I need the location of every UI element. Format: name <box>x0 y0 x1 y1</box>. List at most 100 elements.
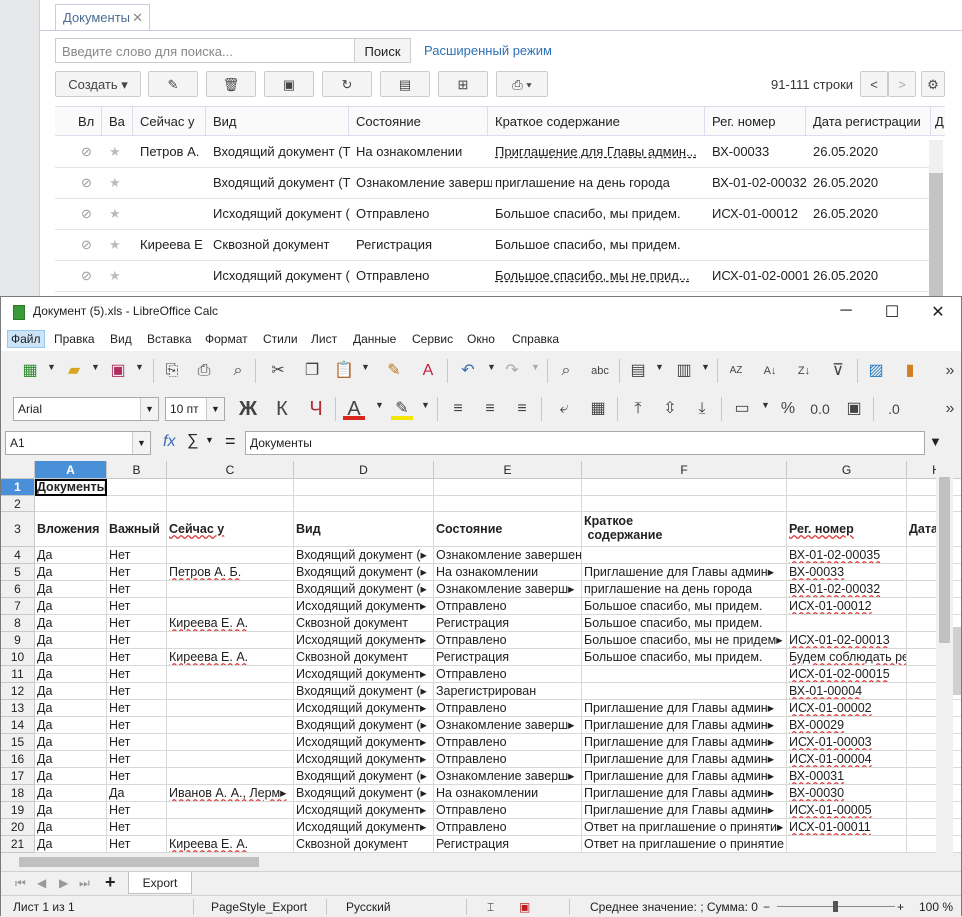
cell[interactable]: Да <box>35 836 107 853</box>
close-window-button[interactable]: ✕ <box>915 297 961 327</box>
chevron-down-icon[interactable]: ▼ <box>487 362 496 372</box>
italic-button[interactable]: К <box>271 398 293 420</box>
cell[interactable]: Ознакомление заверш▸ <box>434 717 582 734</box>
status-page-style[interactable]: PageStyle_Export <box>211 900 307 914</box>
chevron-down-icon[interactable]: ▼ <box>140 398 158 420</box>
cell[interactable]: Большое спасибо, мы придем. <box>582 598 787 615</box>
number-format-icon[interactable]: 0.0 <box>809 398 831 420</box>
select-all-corner[interactable] <box>1 461 35 479</box>
cell[interactable]: ИСХ-01-00004 <box>787 751 907 768</box>
star-icon[interactable]: ★ <box>109 144 121 160</box>
highlight-color-icon[interactable]: ✎ <box>391 398 413 420</box>
status-language[interactable]: Русский <box>346 900 391 914</box>
edit-button[interactable]: ✎ <box>148 71 198 97</box>
col-header-kind[interactable]: Вид <box>213 114 237 129</box>
col-header-important[interactable]: Ва <box>109 114 125 129</box>
cell[interactable]: Приглашение для Главы админ▸ <box>582 734 787 751</box>
create-button[interactable]: Создать ▾ <box>55 71 141 97</box>
cell[interactable] <box>167 547 294 564</box>
column-header[interactable]: G <box>787 461 907 479</box>
cell[interactable]: Зарегистрирован <box>434 683 582 700</box>
cell[interactable] <box>787 836 907 853</box>
cell[interactable]: Отправлено <box>434 632 582 649</box>
menu-help[interactable]: Справка <box>512 332 559 346</box>
chevron-down-icon[interactable]: ▼ <box>421 400 430 410</box>
cell[interactable] <box>167 768 294 785</box>
cell[interactable] <box>582 547 787 564</box>
cell[interactable]: Отправлено <box>434 751 582 768</box>
cell[interactable]: Нет <box>107 836 167 853</box>
cell[interactable]: Входящий документ (▸ <box>294 564 434 581</box>
insert-chart-icon[interactable]: ▮ <box>899 360 921 382</box>
next-sheet-icon[interactable]: ▶ <box>59 876 68 890</box>
cell[interactable]: Да <box>35 819 107 836</box>
column-header[interactable]: B <box>107 461 167 479</box>
add-decimal-icon[interactable]: .0 <box>883 398 905 420</box>
align-center-icon[interactable]: ≡ <box>479 398 501 420</box>
menu-insert[interactable]: Вставка <box>147 332 192 346</box>
cell[interactable]: Нет <box>107 649 167 666</box>
document-action-button[interactable]: ▤ <box>380 71 430 97</box>
cell[interactable]: Да <box>35 649 107 666</box>
cell[interactable] <box>167 717 294 734</box>
chevron-down-icon[interactable]: ▼ <box>701 362 710 372</box>
row-header[interactable]: 6 <box>1 581 35 598</box>
zoom-out-icon[interactable]: − <box>763 900 770 914</box>
cell[interactable]: Отправлено <box>434 819 582 836</box>
align-middle-icon[interactable]: ⇳ <box>659 398 681 420</box>
chevron-down-icon[interactable]: ▼ <box>91 362 100 372</box>
cell[interactable]: ИСХ-01-00002 <box>787 700 907 717</box>
column-header[interactable]: F <box>582 461 787 479</box>
refresh-button[interactable]: ↻ <box>322 71 372 97</box>
merge-cells-icon[interactable]: ▦ <box>587 398 609 420</box>
menu-styles[interactable]: Стили <box>263 332 298 346</box>
cell[interactable]: Входящий документ (▸ <box>294 581 434 598</box>
cell[interactable]: ИСХ-01-02-00013 <box>787 632 907 649</box>
row-header[interactable]: 12 <box>1 683 35 700</box>
cell[interactable]: Важный <box>107 512 167 547</box>
cell[interactable] <box>167 700 294 717</box>
cell[interactable] <box>582 683 787 700</box>
col-header-state[interactable]: Состояние <box>356 114 421 129</box>
name-box[interactable]: A1 ▼ <box>5 431 151 455</box>
cell[interactable]: Нет <box>107 734 167 751</box>
advanced-mode-link[interactable]: Расширенный режим <box>424 43 552 58</box>
cell[interactable] <box>107 496 167 512</box>
add-sheet-icon[interactable]: + <box>105 872 116 893</box>
insert-image-icon[interactable]: ▨ <box>865 360 887 382</box>
cell[interactable]: Большое спасибо, мы придем. <box>582 615 787 632</box>
sidebar-handle[interactable] <box>953 627 961 695</box>
zoom-level[interactable]: 100 % <box>919 900 953 914</box>
font-size-box[interactable]: 10 пт ▼ <box>165 397 225 421</box>
cell[interactable]: Рег. номер <box>787 512 907 547</box>
table-row[interactable]: ⊘ ★ Исходящий документ (Отправлено Большое … <box>55 199 930 230</box>
cell[interactable]: Нет <box>107 768 167 785</box>
chevron-down-icon[interactable]: ▼ <box>135 362 144 372</box>
cell[interactable]: Приглашение для Главы админ▸ <box>582 700 787 717</box>
sheet-tab-export[interactable]: Export <box>128 872 192 894</box>
cell[interactable]: Да <box>35 598 107 615</box>
chevron-down-icon[interactable]: ▼ <box>361 362 370 372</box>
row-header[interactable]: 10 <box>1 649 35 666</box>
cell[interactable] <box>167 632 294 649</box>
cell[interactable]: Входящий документ (▸ <box>294 717 434 734</box>
row-header[interactable]: 7 <box>1 598 35 615</box>
cell[interactable]: Отправлено <box>434 802 582 819</box>
date-format-icon[interactable]: ▣ <box>843 398 865 420</box>
function-wizard-icon[interactable]: fx <box>163 433 175 451</box>
font-color-icon[interactable]: A <box>343 398 365 420</box>
cell[interactable]: Отправлено <box>434 734 582 751</box>
row-header[interactable]: 3 <box>1 512 35 547</box>
cell[interactable]: Иванов А. А., Лерм▸ <box>167 785 294 802</box>
formula-equals-icon[interactable]: = <box>225 431 236 452</box>
vertical-scrollbar[interactable] <box>936 461 953 853</box>
menu-view[interactable]: Вид <box>110 332 132 346</box>
cell[interactable]: ИСХ-01-00003 <box>787 734 907 751</box>
cell[interactable]: Сквозной документ <box>294 615 434 632</box>
cell[interactable]: Приглашение для Главы админ▸ <box>582 564 787 581</box>
percent-format-icon[interactable]: % <box>777 398 799 420</box>
spreadsheet-grid[interactable]: ABCDEFGH1Документы23ВложенияВажныйСейчас… <box>1 461 961 853</box>
row-icon[interactable]: ▤ <box>627 360 649 382</box>
cell[interactable]: ВХ-01-02-00035 <box>787 547 907 564</box>
column-header[interactable]: E <box>434 461 582 479</box>
